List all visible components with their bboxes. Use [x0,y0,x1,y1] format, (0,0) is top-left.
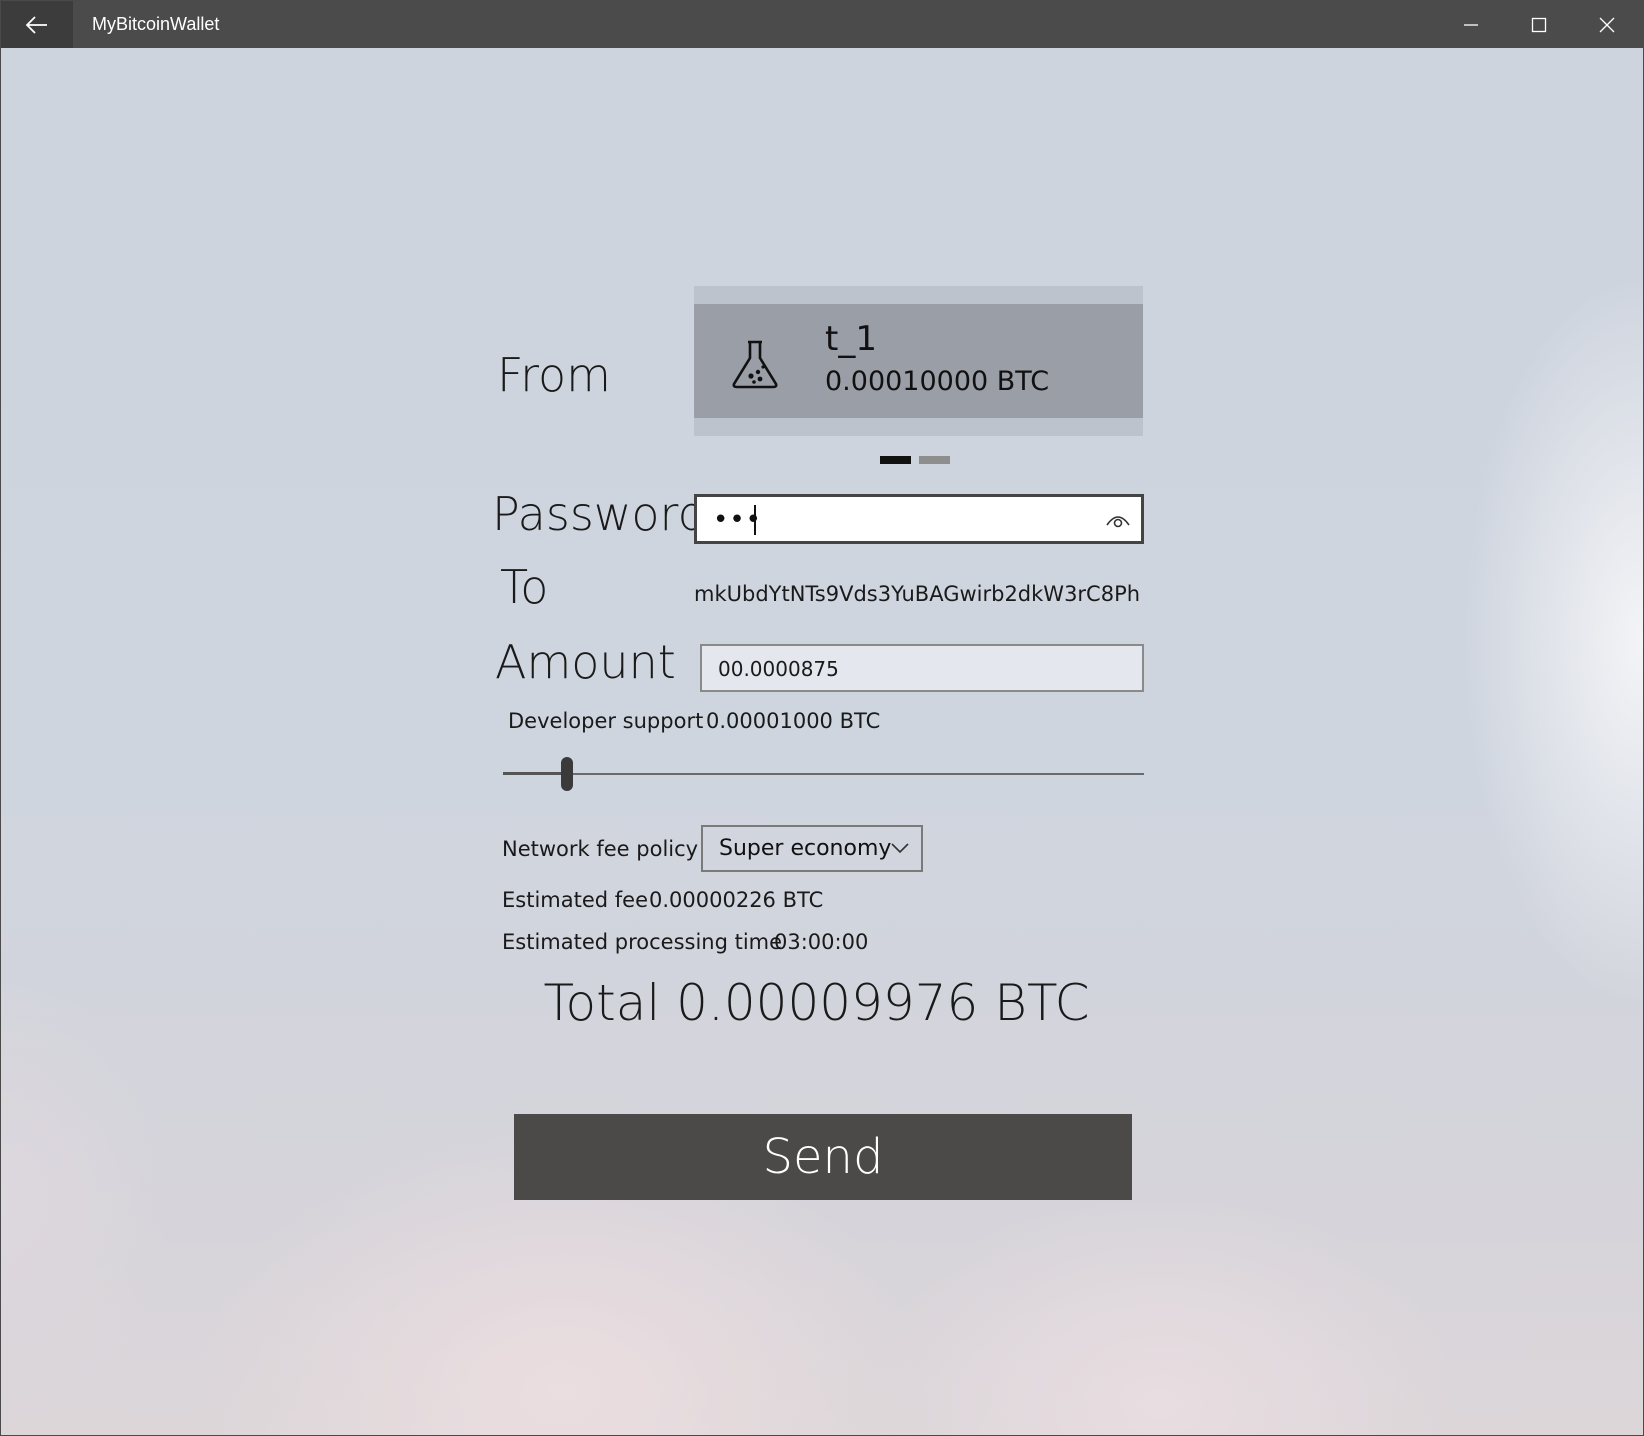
password-label: Password [492,487,707,541]
minimize-button[interactable] [1437,1,1505,48]
close-button[interactable] [1573,1,1641,48]
estimated-fee-value: 0.00000226 BTC [649,888,824,912]
title-bar: MyBitcoinWallet [1,1,1643,48]
processing-time-value: 03:00:00 [774,930,869,954]
from-label: From [497,348,611,402]
app-window: MyBitcoinWallet From t_1 0.00010000 BTC [0,0,1644,1436]
arrow-left-icon [26,15,47,34]
developer-support-slider-fill [503,772,568,775]
pager-indicator-1[interactable] [880,456,911,464]
chevron-down-icon [891,843,909,854]
amount-label: Amount [495,635,676,689]
developer-support-slider-track[interactable] [503,773,1144,775]
app-title: MyBitcoinWallet [92,14,220,34]
network-fee-label: Network fee policy [502,837,699,861]
to-label: To [500,560,549,614]
text-caret [754,505,756,535]
pager-indicator-2[interactable] [919,456,950,464]
send-button[interactable]: Send [514,1114,1132,1200]
estimated-fee-label: Estimated fee [502,888,648,912]
amount-value: 00.0000875 [718,657,839,681]
developer-support-slider-thumb[interactable] [561,757,574,791]
processing-time-label: Estimated processing time [502,930,783,954]
account-name: t_1 [825,319,877,359]
developer-support-value: 0.00001000 BTC [706,709,881,733]
eye-icon[interactable] [1105,509,1131,531]
minimize-icon [1464,23,1478,26]
network-fee-selected: Super economy [719,836,892,861]
back-button[interactable] [1,1,73,48]
close-icon [1599,17,1615,32]
amount-input[interactable]: 00.0000875 [700,644,1144,692]
flask-icon [732,340,778,389]
developer-support-label: Developer support [508,709,704,733]
total-line: Total 0.00009976 BTC [1,971,1643,1035]
network-fee-dropdown[interactable]: Super economy [701,825,923,872]
total-value: 0.00009976 BTC [676,974,1090,1032]
total-label: Total [543,974,661,1032]
password-input[interactable]: ••• [694,494,1144,544]
maximize-icon [1531,17,1547,32]
to-address: mkUbdYtNTs9Vds3YuBAGwirb2dkW3rC8Ph [694,582,1141,606]
maximize-button[interactable] [1505,1,1573,48]
account-balance: 0.00010000 BTC [825,366,1050,397]
